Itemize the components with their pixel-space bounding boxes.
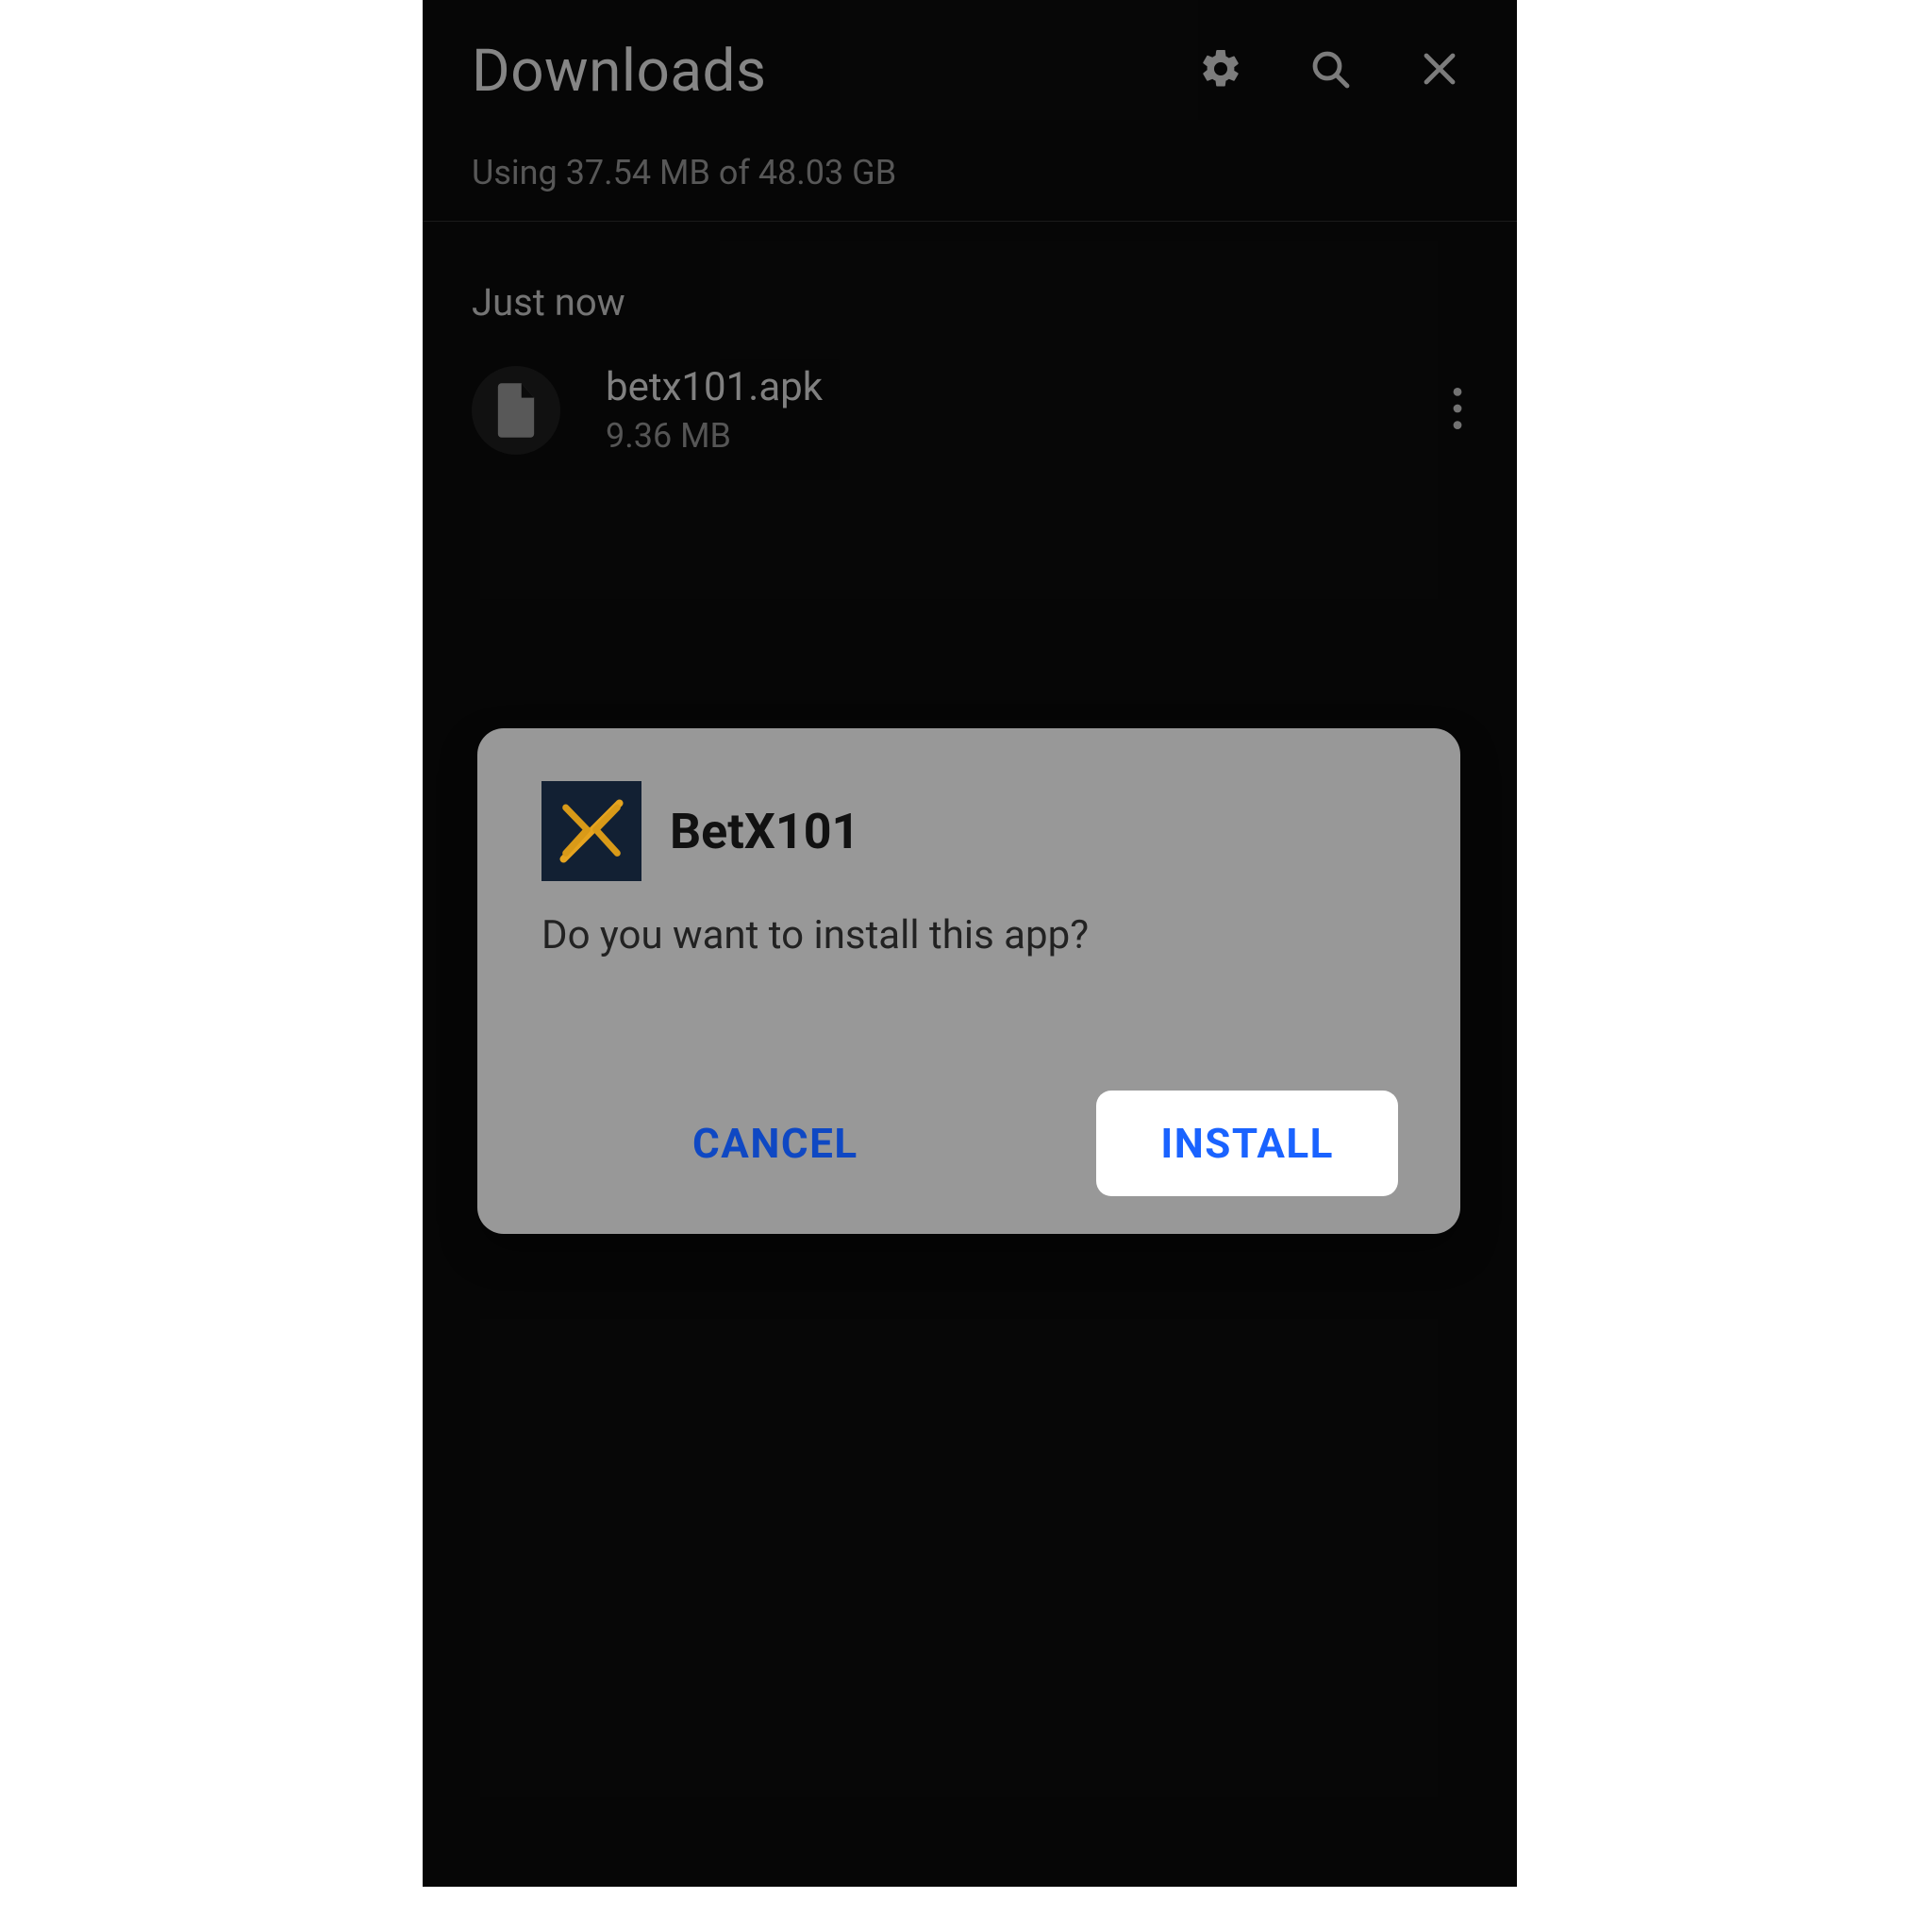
file-icon <box>472 366 560 455</box>
file-text: betx101.apk 9.36 MB <box>606 364 1432 456</box>
file-row[interactable]: betx101.apk 9.36 MB <box>423 336 1517 484</box>
more-vert-icon <box>1453 388 1462 433</box>
settings-button[interactable] <box>1194 44 1247 97</box>
header-actions <box>1194 44 1475 97</box>
dialog-actions: CANCEL INSTALL <box>530 1091 1407 1204</box>
search-icon <box>1307 46 1353 95</box>
dialog-header: BetX101 <box>541 781 1407 881</box>
install-dialog: BetX101 Do you want to install this app?… <box>477 728 1460 1234</box>
stage: Downloads Using 3 <box>0 0 1932 1932</box>
close-button[interactable] <box>1413 44 1466 97</box>
dialog-message: Do you want to install this app? <box>541 909 1407 963</box>
cancel-button[interactable]: CANCEL <box>655 1092 896 1194</box>
gear-icon <box>1198 46 1243 95</box>
dialog-app-name: BetX101 <box>670 803 859 860</box>
app-icon <box>541 781 641 881</box>
file-size: 9.36 MB <box>606 416 1432 456</box>
page-title: Downloads <box>472 37 1194 106</box>
file-more-button[interactable] <box>1432 385 1483 436</box>
close-icon <box>1417 46 1462 95</box>
file-name: betx101.apk <box>606 364 1432 410</box>
storage-usage: Using 37.54 MB of 48.03 GB <box>423 142 1517 221</box>
header-bar: Downloads <box>423 0 1517 142</box>
section-label: Just now <box>423 222 1517 336</box>
search-button[interactable] <box>1304 44 1357 97</box>
install-button[interactable]: INSTALL <box>1096 1091 1398 1196</box>
